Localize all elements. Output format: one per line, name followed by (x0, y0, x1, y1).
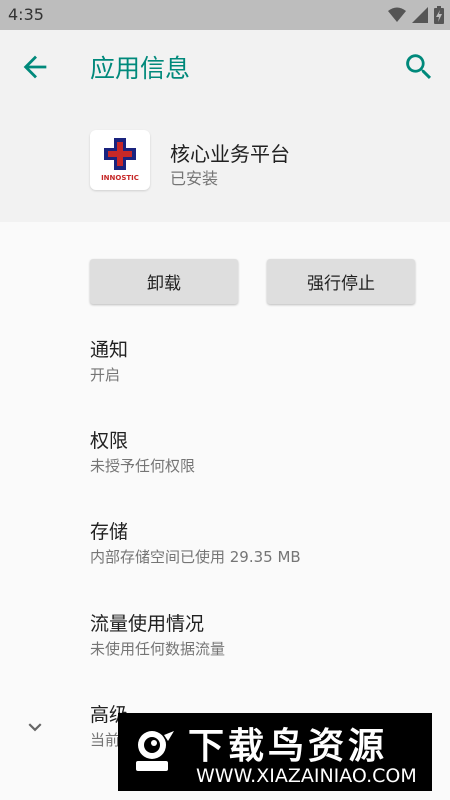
medical-cross-icon (104, 138, 136, 170)
setting-item-notifications[interactable]: 通知 开启 (90, 337, 430, 387)
setting-subtitle: 开启 (90, 366, 121, 384)
app-bar: 应用信息 (0, 30, 450, 102)
search-icon (406, 54, 432, 80)
wifi-icon (388, 7, 406, 22)
arrow-left-icon (23, 55, 47, 79)
page-title: 应用信息 (90, 54, 191, 83)
app-install-status: 已安装 (170, 169, 219, 188)
setting-title: 通知 (90, 339, 129, 361)
setting-title: 流量使用情况 (90, 613, 205, 635)
setting-subtitle: 未使用任何数据流量 (90, 640, 226, 658)
status-time: 4:35 (8, 5, 44, 24)
app-header: INNOSTIC 核心业务平台 已安装 (0, 102, 450, 222)
setting-subtitle: 内部存储空间已使用 29.35 MB (90, 548, 301, 566)
setting-title: 权限 (90, 430, 129, 452)
app-name: 核心业务平台 (170, 142, 290, 166)
uninstall-button[interactable]: 卸载 (90, 259, 238, 304)
bird-logo-icon (136, 731, 174, 771)
battery-icon (434, 6, 444, 24)
app-icon: INNOSTIC (90, 130, 150, 190)
app-icon-text: INNOSTIC (101, 174, 139, 182)
watermark-title: 下载鸟资源 (188, 726, 389, 767)
status-bar: 4:35 (0, 0, 450, 30)
chevron-down-icon (28, 723, 42, 732)
status-icons (388, 6, 444, 24)
watermark-banner: 下载鸟资源 WWW.XIAZAINIAO.COM (118, 713, 432, 791)
expand-button[interactable] (22, 714, 48, 740)
setting-item-permissions[interactable]: 权限 未授予任何权限 (90, 428, 430, 478)
search-button[interactable] (402, 50, 436, 84)
setting-item-data-usage[interactable]: 流量使用情况 未使用任何数据流量 (90, 611, 430, 661)
setting-title: 存储 (90, 521, 129, 543)
setting-subtitle: 未授予任何权限 (90, 457, 196, 475)
setting-item-storage[interactable]: 存储 内部存储空间已使用 29.35 MB (90, 519, 430, 569)
signal-icon (412, 7, 428, 23)
force-stop-button[interactable]: 强行停止 (267, 259, 415, 304)
back-button[interactable] (18, 50, 52, 84)
watermark-url: WWW.XIAZAINIAO.COM (196, 765, 417, 787)
